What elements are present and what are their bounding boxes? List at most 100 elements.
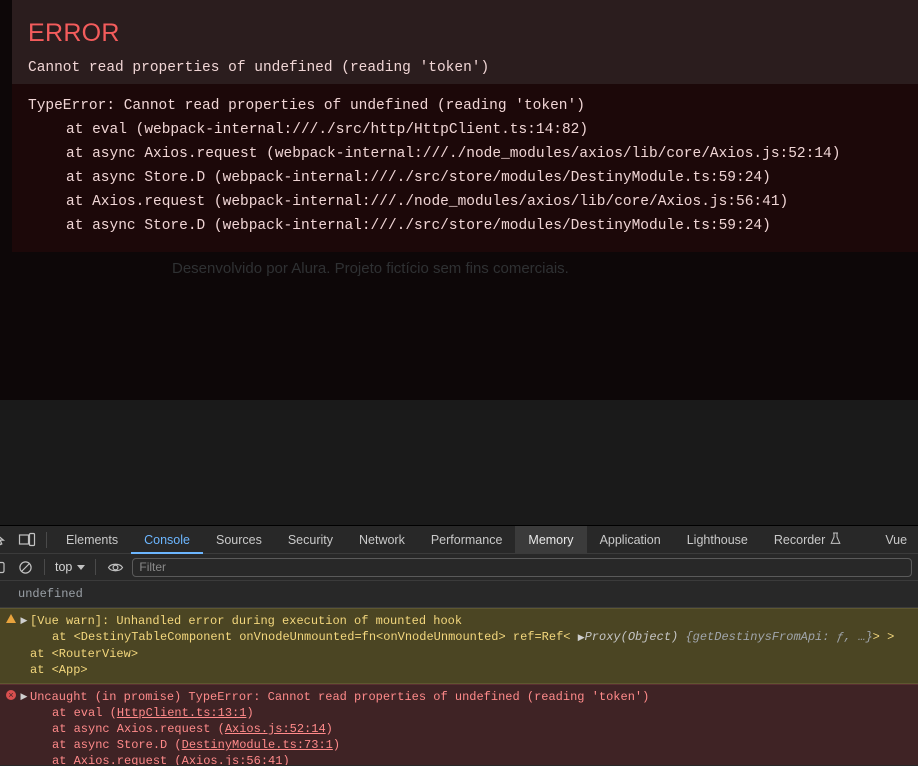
error-frame-text: at eval (HttpClient.ts:13:1) bbox=[30, 705, 918, 721]
tab-label: Memory bbox=[528, 532, 574, 547]
source-link[interactable]: HttpClient.ts:13:1 bbox=[117, 706, 247, 720]
error-header-line: ▶ Uncaught (in promise) TypeError: Canno… bbox=[0, 687, 918, 705]
warning-triangle-icon bbox=[4, 613, 18, 623]
tab-label: Application bbox=[599, 532, 661, 547]
tab-label: Security bbox=[287, 532, 333, 547]
frame-tail: ) bbox=[332, 738, 341, 752]
error-frame-line: ▶ at async Store.D (DestinyModule.ts:73:… bbox=[0, 737, 918, 753]
tab-security[interactable]: Security bbox=[275, 526, 346, 554]
frame-tail: ) bbox=[246, 706, 254, 720]
gutter-spacer bbox=[4, 705, 18, 706]
console-result-row: undefined bbox=[0, 581, 918, 608]
arrow-spacer: ▶ bbox=[18, 721, 30, 737]
inspect-element-icon[interactable] bbox=[0, 527, 14, 553]
console-warning-message[interactable]: ▶ [Vue warn]: Unhandled error during exe… bbox=[0, 608, 918, 684]
experiment-flask-icon bbox=[830, 532, 841, 548]
tab-lighthouse[interactable]: Lighthouse bbox=[674, 526, 761, 554]
object-type-label: Proxy(Object) bbox=[584, 630, 679, 644]
warning-trace-text: at <App> bbox=[30, 663, 88, 677]
error-stack-line: TypeError: Cannot read properties of und… bbox=[28, 98, 585, 114]
execution-context-selector[interactable]: top bbox=[51, 560, 89, 574]
console-filter-input[interactable] bbox=[132, 557, 912, 577]
tab-network[interactable]: Network bbox=[346, 526, 418, 554]
warning-trace-object[interactable]: Proxy(Object) {getDestinysFromApi: ƒ, …} bbox=[585, 630, 873, 644]
gutter-spacer bbox=[4, 737, 18, 738]
arrow-spacer: ▶ bbox=[18, 629, 30, 645]
clear-console-icon[interactable] bbox=[0, 554, 12, 580]
console-error-message[interactable]: ▶ Uncaught (in promise) TypeError: Canno… bbox=[0, 684, 918, 765]
error-header-text: Uncaught (in promise) TypeError: Cannot … bbox=[30, 690, 650, 704]
tab-recorder[interactable]: Recorder bbox=[761, 526, 854, 554]
devtools-tabbar: Elements Console Sources Security Networ… bbox=[0, 525, 918, 554]
arrow-spacer: ▶ bbox=[18, 705, 30, 721]
expand-arrow-icon[interactable]: ▶ bbox=[18, 689, 30, 705]
error-frame-text: at Axios.request (Axios.js:56:41) bbox=[30, 753, 918, 765]
gutter-spacer bbox=[4, 721, 18, 722]
source-link[interactable]: Axios.js:52:14 bbox=[225, 722, 326, 736]
chevron-down-icon bbox=[77, 564, 86, 570]
error-circle-icon bbox=[4, 687, 18, 703]
footer-credit-text: Desenvolvido por Alura. Projeto fictício… bbox=[172, 260, 569, 277]
frame-label: at async Axios.request ( bbox=[52, 722, 225, 736]
execution-context-label: top bbox=[55, 560, 73, 574]
error-frame-line: ▶ at Axios.request (Axios.js:56:41) bbox=[0, 753, 918, 765]
page-lower-background bbox=[0, 400, 918, 525]
error-overlay-heading: ERROR bbox=[28, 19, 120, 47]
tab-label: Lighthouse bbox=[686, 532, 748, 547]
tab-console[interactable]: Console bbox=[131, 526, 203, 554]
error-frame-line: ▶ at async Axios.request (Axios.js:52:14… bbox=[0, 721, 918, 737]
object-props-label: {getDestinysFromApi: ƒ, …} bbox=[685, 630, 873, 644]
screen-root: Destinos Id Nome Jornada Horário de aten… bbox=[0, 0, 918, 766]
warning-trace-suffix: > > bbox=[872, 630, 895, 644]
tab-performance[interactable]: Performance bbox=[418, 526, 516, 554]
tab-label: Elements bbox=[66, 532, 119, 547]
tab-label: Recorder bbox=[773, 532, 826, 547]
warning-trace-line: ▶ at <App> bbox=[0, 662, 918, 678]
warning-trace-line: ▶ at <DestinyTableComponent onVnodeUnmou… bbox=[0, 629, 918, 646]
expand-arrow-icon[interactable]: ▶ bbox=[18, 613, 30, 629]
error-stack-line: at Axios.request (webpack-internal:///./… bbox=[66, 194, 789, 210]
error-overlay-stack: TypeError: Cannot read properties of und… bbox=[12, 84, 918, 252]
console-filter-bar: top bbox=[0, 554, 918, 581]
arrow-spacer: ▶ bbox=[18, 646, 30, 662]
frame-label: at async Store.D ( bbox=[52, 738, 182, 752]
tab-elements[interactable]: Elements bbox=[53, 526, 131, 554]
tab-application[interactable]: Application bbox=[587, 526, 674, 554]
device-toolbar-icon[interactable] bbox=[14, 527, 40, 553]
warning-trace-component: at <DestinyTableComponent onVnodeUnmount… bbox=[30, 629, 918, 646]
gutter-spacer bbox=[4, 662, 18, 663]
gutter-spacer bbox=[4, 629, 18, 630]
tab-label: Performance bbox=[430, 532, 503, 547]
gutter-spacer bbox=[4, 646, 18, 647]
tab-vue[interactable]: Vue bbox=[872, 526, 918, 554]
tab-label: Console bbox=[144, 532, 190, 547]
error-stack-line: at eval (webpack-internal:///./src/http/… bbox=[66, 122, 589, 138]
console-output[interactable]: undefined ▶ [Vue warn]: Unhandled error … bbox=[0, 581, 918, 765]
arrow-spacer: ▶ bbox=[18, 753, 30, 765]
arrow-spacer: ▶ bbox=[18, 737, 30, 753]
error-stack-line: at async Store.D (webpack-internal:///./… bbox=[66, 218, 771, 234]
error-frame-text: at async Store.D (DestinyModule.ts:73:1) bbox=[30, 737, 918, 753]
error-frame-text: at async Axios.request (Axios.js:52:14) bbox=[30, 721, 918, 737]
tab-memory[interactable]: Memory bbox=[515, 525, 587, 554]
frame-tail: ) bbox=[282, 754, 290, 765]
warning-header-text: [Vue warn]: Unhandled error during execu… bbox=[30, 614, 463, 628]
live-expression-eye-icon[interactable] bbox=[102, 554, 128, 580]
source-link[interactable]: Axios.js:56:41 bbox=[182, 754, 283, 765]
console-result-value: undefined bbox=[18, 587, 83, 601]
error-overlay-header: ERROR Cannot read properties of undefine… bbox=[12, 0, 918, 84]
object-expand-arrow-icon[interactable]: ▶ bbox=[578, 633, 585, 643]
warning-header-line: ▶ [Vue warn]: Unhandled error during exe… bbox=[0, 613, 918, 629]
warning-trace-prefix: at <DestinyTableComponent onVnodeUnmount… bbox=[52, 630, 571, 644]
source-link[interactable]: DestinyModule.ts:73:1 bbox=[182, 738, 333, 752]
page-viewport: Destinos Id Nome Jornada Horário de aten… bbox=[0, 0, 918, 525]
frame-tail: ) bbox=[325, 722, 333, 736]
tab-sources[interactable]: Sources bbox=[203, 526, 275, 554]
warning-trace-line: ▶ at <RouterView> bbox=[0, 646, 918, 662]
no-entry-icon[interactable] bbox=[12, 554, 38, 580]
frame-label: at eval ( bbox=[52, 706, 117, 720]
warning-trace-text: at <RouterView> bbox=[30, 647, 139, 661]
error-overlay-message: Cannot read properties of undefined (rea… bbox=[28, 60, 490, 76]
error-frame-line: ▶ at eval (HttpClient.ts:13:1) bbox=[0, 705, 918, 721]
tab-label: Vue bbox=[885, 532, 908, 547]
